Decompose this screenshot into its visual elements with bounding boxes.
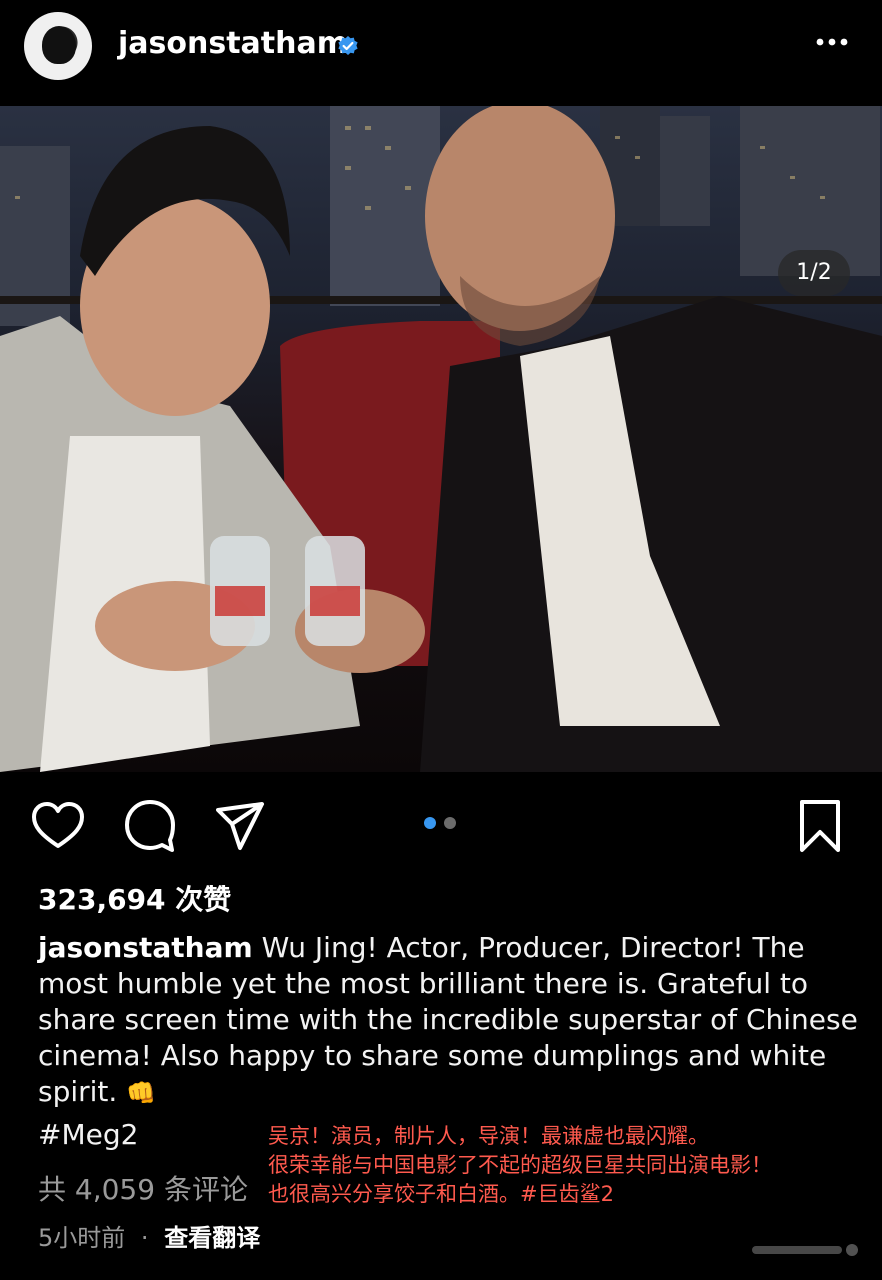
verified-badge-icon [338, 36, 358, 55]
post-photo[interactable]: 1/2 [0, 106, 882, 772]
header-username[interactable]: jasonstatham [118, 26, 348, 61]
overlay-line-3: 也很高兴分享饺子和白酒。#巨齿鲨2 [268, 1182, 614, 1206]
bookmark-icon[interactable] [792, 798, 848, 854]
post-time: 5小时前 [38, 1224, 126, 1252]
more-options-icon[interactable] [812, 32, 852, 52]
watermark-logo [752, 1244, 858, 1256]
carousel-page-badge: 1/2 [778, 250, 850, 296]
fist-emoji: 👊 [126, 1079, 157, 1107]
translation-overlay: 吴京！演员，制片人，导演！最谦虚也最闪耀。 很荣幸能与中国电影了不起的超级巨星共… [268, 1122, 882, 1209]
profile-avatar[interactable] [24, 12, 92, 80]
view-comments-link[interactable]: 共 4,059 条评论 [38, 1168, 248, 1208]
comment-bubble-icon[interactable] [122, 798, 178, 854]
overlay-line-1: 吴京！演员，制片人，导演！最谦虚也最闪耀。 [268, 1124, 709, 1148]
overlay-line-2: 很荣幸能与中国电影了不起的超级巨星共同出演电影！ [268, 1153, 772, 1177]
post-header: jasonstatham [0, 0, 882, 100]
photo-illustration [0, 106, 882, 772]
carousel-dot-active [424, 817, 436, 829]
caption-username[interactable]: jasonstatham [38, 931, 253, 964]
carousel-dot [444, 817, 456, 829]
heart-icon[interactable] [30, 798, 86, 854]
likes-count[interactable]: 323,694 次赞 [38, 878, 231, 918]
hashtag-link[interactable]: #Meg2 [38, 1118, 138, 1151]
send-paper-plane-icon[interactable] [212, 798, 268, 854]
see-translation-link[interactable]: 查看翻译 [164, 1224, 260, 1252]
carousel-dots [420, 817, 464, 831]
post-caption: jasonstatham Wu Jing! Actor, Producer, D… [38, 930, 858, 1111]
post-meta: 5小时前 · 查看翻译 [38, 1218, 260, 1253]
meta-separator: · [140, 1224, 149, 1252]
